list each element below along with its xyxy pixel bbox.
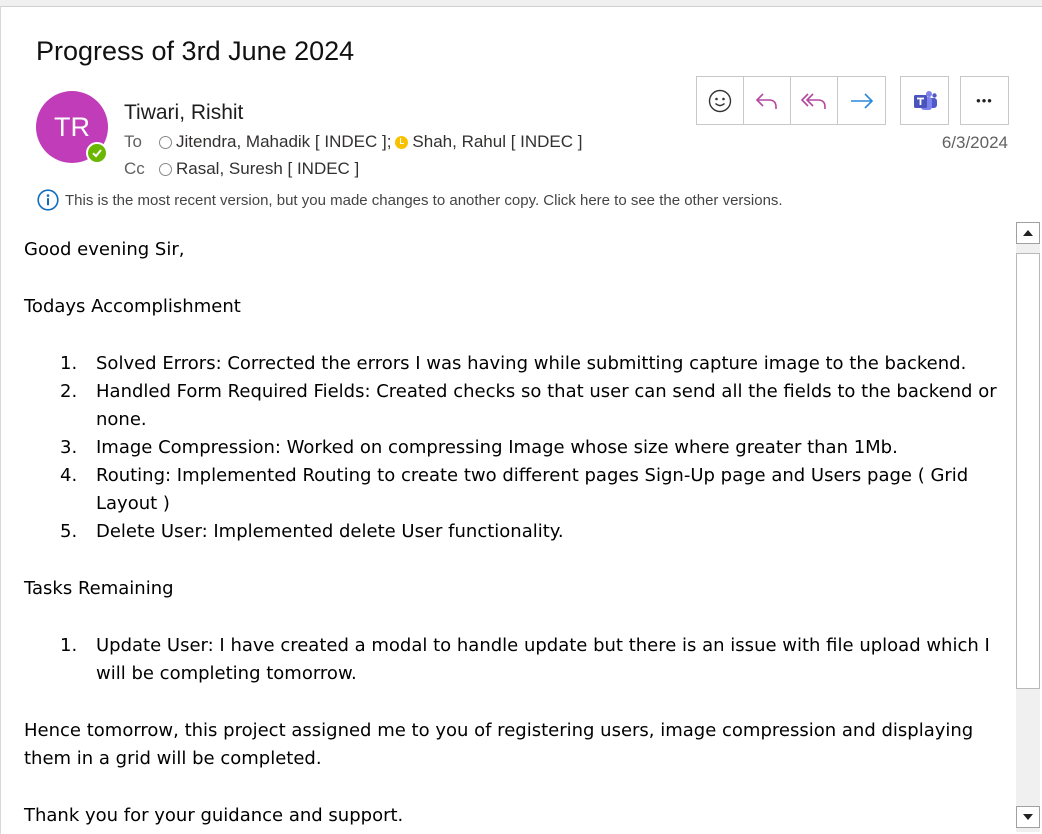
reply-button[interactable] xyxy=(744,77,791,124)
presence-available-icon xyxy=(86,142,108,164)
scroll-up-button[interactable] xyxy=(1016,222,1040,244)
arrow-down-icon xyxy=(1023,814,1033,820)
recipient[interactable]: Rasal, Suresh [ INDEC ] xyxy=(176,159,359,179)
teams-icon xyxy=(913,90,937,110)
closing-paragraph: Hence tomorrow, this project assigned me… xyxy=(24,720,974,769)
more-toolbar: ••• xyxy=(960,76,1009,125)
version-infobar[interactable]: This is the most recent version, but you… xyxy=(37,189,783,211)
sender-name[interactable]: Tiwari, Rishit xyxy=(124,101,243,125)
section-heading: Todays Accomplishment xyxy=(24,296,241,317)
greeting: Good evening Sir, xyxy=(24,239,185,260)
emoji-icon xyxy=(708,89,732,112)
teams-toolbar xyxy=(900,76,949,125)
info-text: This is the most recent version, but you… xyxy=(65,191,783,209)
reply-all-icon xyxy=(800,92,826,109)
presence-offline-icon xyxy=(159,135,172,149)
thanks-line: Thank you for your guidance and support. xyxy=(24,805,404,826)
remaining-list: 1. Update User: I have created a modal to… xyxy=(24,632,1004,688)
forward-button[interactable] xyxy=(838,77,885,124)
to-label: To xyxy=(124,132,142,151)
teams-button[interactable] xyxy=(901,77,948,124)
list-item: 4. Routing: Implemented Routing to create… xyxy=(60,465,969,514)
forward-icon xyxy=(850,92,873,109)
email-subject: Progress of 3rd June 2024 xyxy=(36,36,355,66)
list-item: 1. Update User: I have created a modal to… xyxy=(60,635,990,684)
reply-icon xyxy=(755,92,777,109)
window-top-edge xyxy=(0,0,1042,7)
more-actions-button[interactable]: ••• xyxy=(961,77,1008,124)
list-item: 5. Delete User: Implemented delete User f… xyxy=(60,521,564,542)
reply-toolbar xyxy=(696,76,886,125)
section-heading: Tasks Remaining xyxy=(24,578,174,599)
pane-border xyxy=(0,6,1,834)
arrow-up-icon xyxy=(1023,230,1033,236)
sent-date: 6/3/2024 xyxy=(941,133,1008,152)
recipient[interactable]: Jitendra, Mahadik [ INDEC ]; xyxy=(176,132,391,152)
list-item: 2. Handled Form Required Fields: Created … xyxy=(60,381,997,430)
list-item: 1. Solved Errors: Corrected the errors I … xyxy=(60,353,967,374)
avatar-initials: TR xyxy=(54,111,90,142)
to-line: To Jitendra, Mahadik [ INDEC ]; Shah, Ra… xyxy=(124,132,583,152)
scrollbar-thumb[interactable] xyxy=(1016,253,1040,689)
list-item: 3. Image Compression: Worked on compressi… xyxy=(60,437,898,458)
info-icon xyxy=(37,189,59,211)
message-body: Good evening Sir, Todays Accomplishment … xyxy=(24,236,1004,830)
reply-all-button[interactable] xyxy=(791,77,838,124)
cc-line: Cc Rasal, Suresh [ INDEC ] xyxy=(124,159,359,179)
react-button[interactable] xyxy=(697,77,744,124)
recipient[interactable]: Shah, Rahul [ INDEC ] xyxy=(412,132,582,152)
presence-offline-icon xyxy=(159,162,172,176)
presence-away-icon xyxy=(395,135,409,149)
cc-label: Cc xyxy=(124,159,145,178)
accomplishments-list: 1. Solved Errors: Corrected the errors I … xyxy=(24,350,1004,546)
more-icon: ••• xyxy=(976,93,993,108)
scroll-down-button[interactable] xyxy=(1016,806,1040,828)
